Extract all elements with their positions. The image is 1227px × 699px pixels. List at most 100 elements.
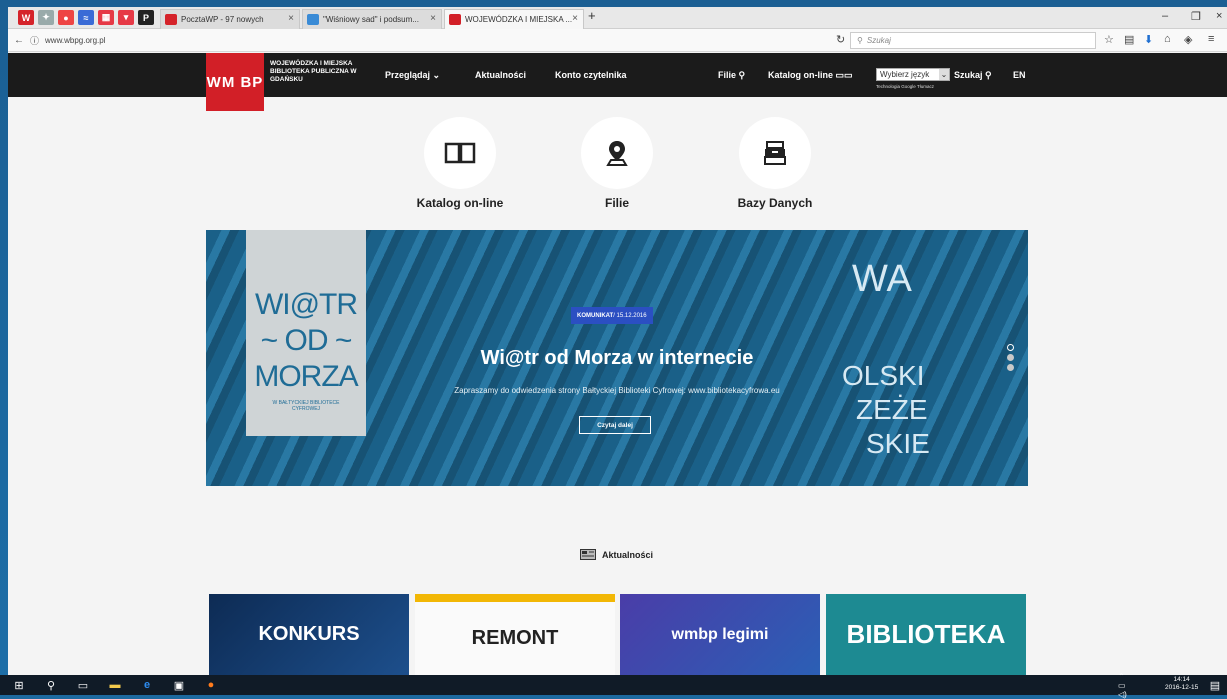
close-icon[interactable]: × [572, 13, 578, 24]
news-card-text: REMONT [471, 627, 559, 649]
back-arrow-icon[interactable]: ← [14, 35, 24, 46]
pinned-tab-pocket[interactable]: ▾ [118, 10, 134, 25]
read-more-button[interactable]: Czytaj dalej [579, 416, 651, 434]
nav-search[interactable]: Szukaj ⚲ [954, 70, 992, 81]
wiatr-od-morza-poster: WI@TR ~ OD ~ MORZA W BAŁTYCKIEJ BIBLIOTE… [246, 230, 366, 436]
badge-date: / 15.12.2016 [613, 312, 647, 319]
hero-slider[interactable]: WI@TR ~ OD ~ MORZA W BAŁTYCKIEJ BIBLIOTE… [206, 230, 1028, 486]
tab-label: PocztaWP - 97 nowych [181, 15, 264, 24]
nav-browse-label: Przeglądaj [385, 70, 431, 80]
branches-link-label[interactable]: Filie [552, 196, 682, 210]
url-bar[interactable]: ← ⓘ www.wbpg.org.pl [14, 32, 828, 49]
store-icon[interactable]: ▣ [172, 678, 186, 692]
search-icon[interactable]: ⚲ [44, 678, 58, 692]
google-translate-credit[interactable]: Technologia Google Tłumacz [876, 84, 934, 89]
tab-wbpg[interactable]: WOJEWÓDZKA I MIEJSKA ... × [444, 9, 584, 29]
news-card-text: wmbp legimi [671, 625, 769, 643]
news-card-text: KONKURS [258, 623, 360, 645]
page-favicon-icon [307, 14, 319, 25]
close-icon[interactable]: × [288, 13, 294, 24]
catalog-circle-button[interactable] [424, 117, 496, 189]
lang-en-link[interactable]: EN [1013, 70, 1026, 80]
poster-line: WI@TR [254, 288, 358, 321]
download-icon[interactable]: ⬇ [1144, 33, 1153, 46]
clock-date: 2016-12-15 [1165, 684, 1199, 691]
tab-bar: W ✦ ● ≈ ▦ ▾ P PocztaWP - 97 nowych × "Wi… [8, 7, 1227, 29]
browser-window: W ✦ ● ≈ ▦ ▾ P PocztaWP - 97 nowych × "Wi… [8, 7, 1227, 675]
windows-start-icon[interactable]: ⊞ [12, 678, 26, 692]
newspaper-icon [580, 549, 596, 560]
info-icon[interactable]: ⓘ [30, 34, 39, 47]
chevron-down-icon: ⌄ [432, 70, 441, 80]
news-card-remont[interactable]: REMONT [415, 594, 615, 675]
slider-dot-3[interactable] [1007, 364, 1014, 371]
newspaper-headline-words: WA OLSKI ZEŻE SKIE [832, 258, 1022, 478]
tray-icons[interactable]: ⌃ ▭ ◁) [1118, 672, 1132, 699]
news-card-konkurs[interactable]: KONKURS [209, 594, 409, 675]
news-card-text: BIBLIOTEKA [846, 619, 1006, 649]
file-explorer-icon[interactable]: ▬ [108, 678, 122, 692]
chevron-down-icon: ⌄ [939, 69, 949, 80]
language-select[interactable]: Wybierz język ⌄ [876, 68, 950, 81]
branches-circle-button[interactable] [581, 117, 653, 189]
pinned-tab-wp[interactable]: W [18, 10, 34, 25]
databases-link-label[interactable]: Bazy Danych [710, 196, 840, 210]
news-heading: Aktualności [580, 549, 653, 560]
clock[interactable]: 14:14 2016-12-15 [1165, 676, 1198, 692]
taskbar: ⊞ ⚲ ▭ ▬ e ▣ ● ⌃ ▭ ◁) 14:14 2016-12-15 ▤ [0, 672, 1227, 699]
map-pin-icon: ⚲ [738, 70, 746, 80]
nav-news[interactable]: Aktualności [475, 70, 526, 80]
poster-line: MORZA [254, 360, 358, 393]
news-card-legimi[interactable]: wmbp legimi [620, 594, 820, 675]
slider-dot-2[interactable] [1007, 354, 1014, 361]
window-close-icon[interactable]: × [1216, 10, 1222, 22]
pinned-tab-3[interactable]: ● [58, 10, 74, 25]
site-header: WM BP WOJEWÓDZKA I MIEJSKA BIBLIOTEKA PU… [8, 53, 1227, 111]
databases-circle-button[interactable] [739, 117, 811, 189]
url-text[interactable]: www.wbpg.org.pl [45, 36, 105, 45]
database-icon [764, 141, 786, 165]
bookmark-star-icon[interactable]: ☆ [1104, 33, 1114, 46]
tab-wisniowy[interactable]: "Wiśniowy sad" i podsum... × [302, 9, 442, 29]
slide-title[interactable]: Wi@tr od Morza w internecie [404, 347, 830, 370]
navigation-bar: ← ⓘ www.wbpg.org.pl ↻ ⚲ Szukaj ☆ ▤ ⬇ ⌂ ◈… [8, 29, 1227, 52]
notifications-icon[interactable]: ▤ [1208, 678, 1222, 692]
nav-branches-label: Filie [718, 70, 737, 80]
nav-browse[interactable]: Przeglądaj ⌄ [385, 70, 440, 81]
nav-catalog-label: Katalog on-line [768, 70, 833, 80]
reload-icon[interactable]: ↻ [836, 33, 845, 46]
nav-account[interactable]: Konto czytelnika [555, 70, 627, 80]
minimize-icon[interactable]: – [1162, 10, 1168, 22]
pinned-tab-p[interactable]: P [138, 10, 154, 25]
close-icon[interactable]: × [430, 13, 436, 24]
pinned-tab-4[interactable]: ≈ [78, 10, 94, 25]
map-pin-icon [606, 141, 628, 166]
edge-icon[interactable]: e [140, 678, 154, 692]
nav-catalog[interactable]: Katalog on-line ▭▭ [768, 70, 853, 81]
pocket-icon[interactable]: ◈ [1184, 33, 1192, 46]
menu-icon[interactable]: ≡ [1208, 33, 1214, 45]
catalog-link-label[interactable]: Katalog on-line [395, 196, 525, 210]
library-name[interactable]: WOJEWÓDZKA I MIEJSKA BIBLIOTEKA PUBLICZN… [270, 60, 380, 84]
task-view-icon[interactable]: ▭ [76, 678, 90, 692]
new-tab-button[interactable]: + [588, 8, 596, 23]
pinned-tab-5[interactable]: ▦ [98, 10, 114, 25]
slide-description: Zapraszamy do odwiedzenia strony Bałtyck… [454, 386, 780, 395]
nav-branches[interactable]: Filie ⚲ [718, 70, 745, 81]
wmbp-logo[interactable]: WM BP [206, 53, 264, 111]
restore-icon[interactable]: ❐ [1191, 10, 1201, 23]
tab-label: "Wiśniowy sad" i podsum... [323, 15, 419, 24]
poster-subtitle: W BAŁTYCKIEJ BIBLIOTECE CYFROWEJ [272, 400, 340, 412]
slider-dot-1[interactable] [1007, 344, 1014, 351]
wp-favicon-icon [165, 14, 177, 25]
firefox-icon[interactable]: ● [204, 678, 218, 692]
tab-label: WOJEWÓDZKA I MIEJSKA ... [465, 15, 573, 24]
home-icon[interactable]: ⌂ [1164, 33, 1171, 45]
news-card-biblioteka[interactable]: BIBLIOTEKA [826, 594, 1026, 675]
category-badge: KOMUNIKAT / 15.12.2016 [571, 307, 653, 324]
pinned-tab-2[interactable]: ✦ [38, 10, 54, 25]
bg-word: WA [852, 258, 912, 300]
tab-poczta[interactable]: PocztaWP - 97 nowych × [160, 9, 300, 29]
reading-list-icon[interactable]: ▤ [1124, 33, 1134, 46]
search-input[interactable]: ⚲ Szukaj [850, 32, 1096, 49]
